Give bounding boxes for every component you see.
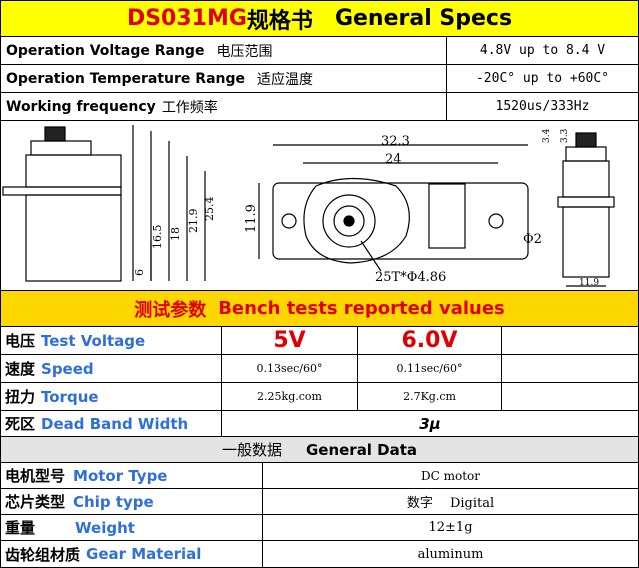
dim-21-9: 21.9 [187, 209, 200, 234]
general-label-cn: 齿轮组材质 [5, 545, 81, 564]
general-row: 芯片类型 Chip type 数字 Digital [1, 489, 638, 515]
bench-label-cn: 死区 [5, 415, 36, 433]
spec-value: 4.8V up to 8.4 V [479, 43, 606, 58]
dim-18: 18 [169, 227, 182, 241]
spec-sheet: DS031MG 规格书 General Specs Operation Volt… [0, 0, 639, 568]
spec-label: Operation Voltage Range 电压范围 [1, 37, 447, 64]
bench-label: 死区 Dead Band Width [1, 411, 222, 436]
dead-band-value: 3μ [419, 414, 441, 433]
bench-label-en: Dead Band Width [41, 414, 189, 433]
general-label-en: Weight [75, 518, 135, 537]
title-en: General Specs [334, 6, 513, 31]
title-bar: DS031MG 规格书 General Specs [1, 1, 638, 37]
spec-row: Operation Voltage Range 电压范围 4.8V up to … [1, 37, 638, 65]
bench-label: 电压 Test Voltage [1, 327, 222, 354]
dim-24: 24 [385, 152, 402, 167]
general-label: 电机型号 Motor Type [1, 463, 263, 488]
dim-right-11-9: 11.9 [579, 278, 599, 288]
spec-value: 1520us/333Hz [495, 99, 590, 114]
general-label-en: Gear Material [86, 545, 202, 563]
general-row: 齿轮组材质 Gear Material aluminum [1, 541, 638, 567]
dim-spline: 25T*Φ4.86 [375, 270, 446, 285]
end-view [557, 132, 615, 287]
bench-value-6v: 0.11sec/60° [358, 355, 502, 382]
general-header-cn: 一般数据 [221, 441, 282, 459]
bench-label-en: Torque [41, 387, 99, 406]
dim-hole: Φ2 [523, 232, 542, 247]
title-cn: 规格书 [246, 8, 313, 34]
bench-value-extra [502, 355, 638, 382]
spec-label-cn: 电压范围 [216, 43, 273, 60]
general-header-en: General Data [305, 440, 418, 459]
bench-label-cn: 速度 [5, 360, 36, 378]
general-row: 电机型号 Motor Type DC motor [1, 463, 638, 489]
bench-value-5v: 5V [222, 327, 358, 354]
bench-value-6v: 2.7Kg.cm [358, 383, 502, 410]
dim-25-4: 25.4 [203, 197, 216, 222]
side-view [2, 125, 206, 282]
bench-header: 测试参数 Bench tests reported values [1, 291, 638, 327]
spec-label-en: Operation Voltage Range [6, 42, 205, 59]
dimension-drawing: 25.4 21.9 18 16.5 6 32.3 24 11.9 25T*Φ4.… [1, 121, 638, 291]
bench-header-en: Bench tests reported values [218, 298, 505, 319]
general-value: 12±1g [428, 520, 473, 535]
bench-row: 电压 Test Voltage 5V 6.0V [1, 327, 638, 355]
bench-row: 速度 Speed 0.13sec/60° 0.11sec/60° [1, 355, 638, 383]
bench-label-cn: 扭力 [5, 388, 36, 406]
general-label: 芯片类型 Chip type [1, 489, 263, 514]
bench-value-5v: 2.25kg.com [222, 383, 358, 410]
dim-32-3: 32.3 [381, 134, 410, 149]
spec-label-en: Operation Temperature Range [6, 70, 246, 87]
spec-label-cn: 适应温度 [257, 71, 314, 88]
spec-row: Working frequency 工作频率 1520us/333Hz [1, 93, 638, 121]
bench-value-5v: 0.13sec/60° [222, 355, 358, 382]
bench-row: 死区 Dead Band Width 3μ [1, 411, 638, 437]
dim-3-4: 3.4 [542, 128, 552, 143]
bench-value-extra [502, 383, 638, 410]
model-name: DS031MG [126, 6, 247, 31]
dim-11-9: 11.9 [244, 204, 259, 233]
spec-row: Operation Temperature Range 适应温度 -20C° u… [1, 65, 638, 93]
general-label: 重量 Weight [1, 515, 263, 540]
general-row: 重量 Weight 12±1g [1, 515, 638, 541]
spec-label-cn: 工作频率 [161, 99, 218, 116]
general-label-cn: 电机型号 [5, 467, 66, 485]
bench-header-cn: 测试参数 [134, 299, 207, 321]
bench-label-en: Test Voltage [41, 331, 146, 350]
bench-label: 扭力 Torque [1, 383, 222, 410]
general-label-cn: 重量 [5, 519, 36, 537]
spec-label-en: Working frequency [6, 98, 156, 115]
bench-row: 扭力 Torque 2.25kg.com 2.7Kg.cm [1, 383, 638, 411]
bench-label-cn: 电压 [5, 332, 36, 350]
spec-value: -20C° up to +60C° [475, 71, 610, 86]
dim-3-3: 3.3 [560, 128, 570, 143]
general-label: 齿轮组材质 Gear Material [1, 541, 263, 567]
bench-label: 速度 Speed [1, 355, 222, 382]
general-label-en: Motor Type [73, 466, 168, 485]
general-value: aluminum [417, 546, 484, 562]
bench-label-en: Speed [41, 359, 94, 378]
general-header: 一般数据 General Data [1, 437, 638, 463]
dim-16-5: 16.5 [151, 225, 164, 250]
dim-6: 6 [133, 269, 146, 276]
general-value: 数字 Digital [406, 496, 495, 511]
general-label-cn: 芯片类型 [5, 493, 66, 511]
spec-label: Working frequency 工作频率 [1, 93, 447, 120]
spec-label: Operation Temperature Range 适应温度 [1, 65, 447, 92]
bench-value-6v: 6.0V [358, 327, 502, 354]
servo-drawing-svg: 25.4 21.9 18 16.5 6 32.3 24 11.9 25T*Φ4.… [2, 125, 615, 288]
general-label-en: Chip type [73, 492, 154, 511]
general-value: DC motor [420, 468, 480, 483]
bench-value-extra [502, 327, 638, 354]
